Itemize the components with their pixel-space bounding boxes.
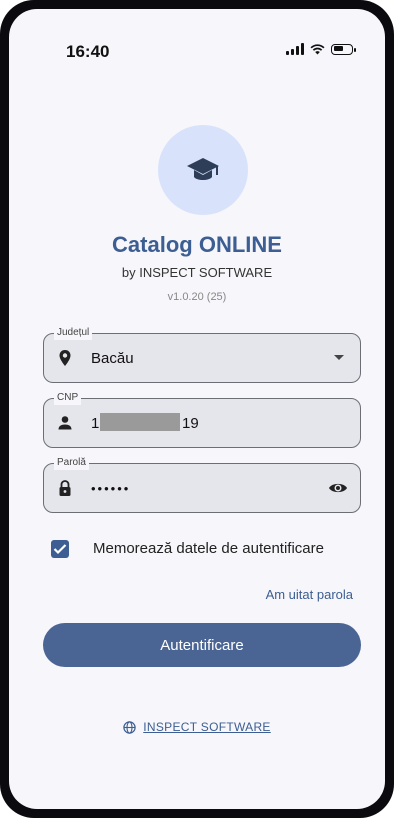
cnp-label: CNP — [54, 391, 82, 405]
checkmark-icon — [53, 544, 67, 555]
person-icon — [58, 416, 72, 430]
chevron-down-icon[interactable] — [334, 355, 344, 360]
remember-checkbox[interactable] — [51, 540, 69, 558]
login-button[interactable]: Autentificare — [43, 623, 361, 667]
lock-icon — [59, 480, 71, 496]
password-label: Parolă — [54, 456, 89, 470]
location-pin-icon — [59, 350, 71, 366]
password-input[interactable]: Parolă •••••• — [43, 456, 361, 513]
status-time: 16:40 — [66, 42, 110, 61]
county-value: Bacău — [91, 350, 134, 367]
wifi-icon — [310, 44, 325, 55]
app-screen: 16:40 Catalog ONLINE by INSPECT SOFTWARE… — [9, 9, 385, 809]
eye-icon[interactable] — [328, 480, 348, 496]
signal-icon — [286, 43, 304, 55]
app-subtitle: by INSPECT SOFTWARE — [121, 265, 273, 280]
battery-icon — [331, 43, 356, 55]
county-label: Județul — [54, 326, 93, 340]
globe-icon — [123, 720, 136, 734]
app-logo — [158, 125, 248, 215]
cnp-value-end: 19 — [182, 415, 199, 432]
app-title: Catalog ONLINE — [112, 232, 282, 257]
status-icons — [286, 43, 356, 55]
password-value: •••••• — [91, 481, 131, 496]
forgot-password-link[interactable]: Am uitat parola — [266, 587, 353, 602]
redacted-block — [100, 413, 180, 431]
county-select[interactable]: Județul Bacău — [43, 326, 361, 383]
phone-frame: 16:40 Catalog ONLINE by INSPECT SOFTWARE… — [0, 0, 394, 818]
footer-link-label[interactable]: INSPECT SOFTWARE — [143, 720, 270, 734]
app-version: v1.0.20 (25) — [167, 291, 227, 303]
remember-label[interactable]: Memorează datele de autentificare — [93, 540, 324, 557]
cnp-input[interactable]: CNP 16 19 — [43, 391, 361, 448]
footer-link[interactable]: INSPECT SOFTWARE — [9, 720, 385, 734]
graduation-cap-icon — [187, 158, 219, 180]
